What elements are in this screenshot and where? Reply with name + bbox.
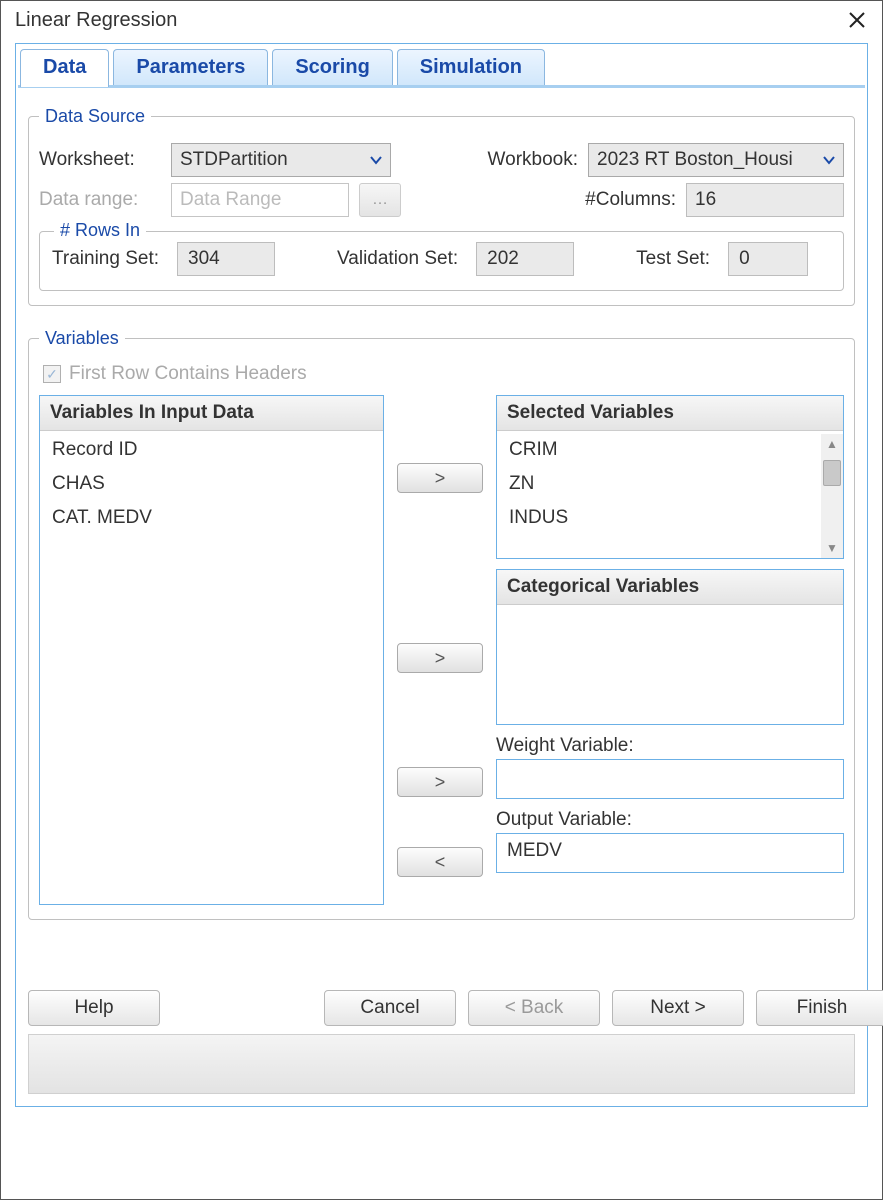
scroll-thumb[interactable] <box>823 460 841 486</box>
field-weight-variable[interactable] <box>496 759 844 799</box>
legend-rows-in: # Rows In <box>54 220 146 241</box>
field-columns: 16 <box>686 183 844 217</box>
list-input-header: Variables In Input Data <box>40 396 383 431</box>
status-bar <box>28 1034 855 1094</box>
dropdown-workbook-text: 2023 RT Boston_Housi <box>589 149 815 171</box>
list-item[interactable]: INDUS <box>497 501 821 535</box>
groupbox-data-source: Data Source Worksheet: STDPartition Work… <box>28 106 855 306</box>
window-title: Linear Regression <box>15 9 177 32</box>
list-item[interactable]: CAT. MEDV <box>40 501 383 535</box>
list-item[interactable]: Record ID <box>40 433 383 467</box>
field-test-set: 0 <box>728 242 808 276</box>
field-training-set: 304 <box>177 242 275 276</box>
scrollbar[interactable]: ▲ ▼ <box>821 434 843 558</box>
move-to-weight-button[interactable]: > <box>397 767 483 797</box>
list-item[interactable]: CHAS <box>40 467 383 501</box>
ellipsis-icon: … <box>372 191 388 209</box>
help-button[interactable]: Help <box>28 990 160 1026</box>
finish-button[interactable]: Finish <box>756 990 883 1026</box>
tab-panel-data: Data Source Worksheet: STDPartition Work… <box>16 88 867 1106</box>
label-weight-variable: Weight Variable: <box>496 735 844 757</box>
list-categorical-variables[interactable]: Categorical Variables <box>496 569 844 725</box>
dialog-frame: Data Parameters Scoring Simulation Data … <box>15 43 868 1107</box>
label-output-variable: Output Variable: <box>496 809 844 831</box>
label-first-row-headers: First Row Contains Headers <box>69 363 307 385</box>
back-button[interactable]: < Back <box>468 990 600 1026</box>
next-button[interactable]: Next > <box>612 990 744 1026</box>
list-input-variables[interactable]: Variables In Input Data Record ID CHAS C… <box>39 395 384 905</box>
remove-from-output-button[interactable]: < <box>397 847 483 877</box>
move-to-selected-button[interactable]: > <box>397 463 483 493</box>
scroll-up-icon: ▲ <box>821 434 843 454</box>
move-to-categorical-button[interactable]: > <box>397 643 483 673</box>
field-output-variable[interactable]: MEDV <box>496 833 844 873</box>
list-selected-variables[interactable]: Selected Variables CRIM ZN INDUS ▲ ▼ <box>496 395 844 559</box>
tab-data[interactable]: Data <box>20 49 109 87</box>
label-validation-set: Validation Set: <box>337 248 458 270</box>
input-data-range[interactable]: Data Range <box>171 183 349 217</box>
checkbox-icon: ✓ <box>43 365 61 383</box>
label-columns: #Columns: <box>585 189 676 211</box>
label-workbook: Workbook: <box>460 149 578 171</box>
list-categorical-header: Categorical Variables <box>497 570 843 605</box>
label-data-range: Data range: <box>39 189 161 211</box>
label-worksheet: Worksheet: <box>39 149 161 171</box>
label-test-set: Test Set: <box>636 248 710 270</box>
close-icon <box>848 11 866 29</box>
legend-data-source: Data Source <box>39 106 151 127</box>
chevron-down-icon <box>815 144 843 176</box>
checkbox-first-row-headers[interactable]: ✓ First Row Contains Headers <box>43 363 844 385</box>
label-training-set: Training Set: <box>52 248 159 270</box>
cancel-button[interactable]: Cancel <box>324 990 456 1026</box>
legend-variables: Variables <box>39 328 125 349</box>
tab-bar: Data Parameters Scoring Simulation <box>20 49 867 85</box>
footer-buttons: Help Cancel < Back Next > Finish <box>28 990 855 1026</box>
groupbox-variables: Variables ✓ First Row Contains Headers V… <box>28 328 855 920</box>
tab-simulation[interactable]: Simulation <box>397 49 545 85</box>
list-item[interactable]: CRIM <box>497 433 821 467</box>
dropdown-workbook[interactable]: 2023 RT Boston_Housi <box>588 143 844 177</box>
scroll-down-icon: ▼ <box>821 538 843 558</box>
list-selected-header: Selected Variables <box>497 396 843 431</box>
chevron-down-icon <box>362 144 390 176</box>
browse-range-button[interactable]: … <box>359 183 401 217</box>
close-button[interactable] <box>844 7 870 33</box>
list-item[interactable]: ZN <box>497 467 821 501</box>
dropdown-worksheet-text: STDPartition <box>172 149 362 171</box>
titlebar: Linear Regression <box>1 1 882 43</box>
dropdown-worksheet[interactable]: STDPartition <box>171 143 391 177</box>
groupbox-rows-in: # Rows In Training Set: 304 Validation S… <box>39 231 844 291</box>
field-validation-set: 202 <box>476 242 574 276</box>
tab-scoring[interactable]: Scoring <box>272 49 392 85</box>
tab-parameters[interactable]: Parameters <box>113 49 268 85</box>
